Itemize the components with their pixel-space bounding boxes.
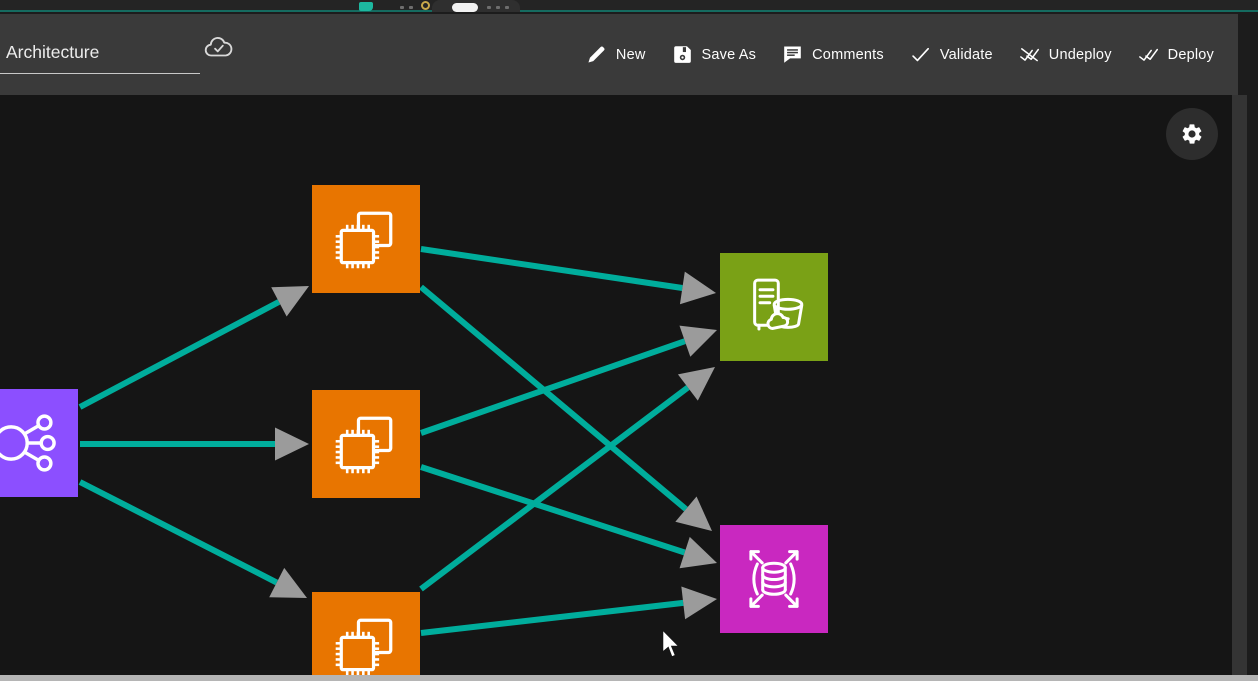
comments-icon [782,44,803,65]
node-storage[interactable] [720,253,828,361]
edge-load-balancer-to-instance-3[interactable] [80,482,277,583]
undeploy-button[interactable]: Undeploy [1019,44,1112,65]
arrowhead-icon [680,537,717,568]
edge-instance-1-to-database[interactable] [421,287,686,509]
comments-button[interactable]: Comments [782,44,884,65]
vertical-scrollbar[interactable] [1232,95,1247,675]
toolbar: New Save As Comments Validate Undeploy Deploy [586,14,1214,95]
ec2-instance-icon [323,196,409,282]
node-instance-2[interactable] [312,390,420,498]
save-as-button[interactable]: Save As [672,44,757,65]
validate-button[interactable]: Validate [910,44,993,65]
settings-button[interactable] [1166,108,1218,160]
check-icon [910,44,931,65]
node-instance-1[interactable] [312,185,420,293]
tab-text-remnant [487,6,491,9]
node-database[interactable] [720,525,828,633]
toolbar-button-label: New [616,47,646,63]
tab-text-remnant [496,6,500,9]
vertical-scrollbar-track [1232,95,1258,675]
ec2-instance-icon [323,401,409,487]
edge-instance-1-to-storage[interactable] [421,249,682,288]
tab-text-remnant [400,6,404,9]
architecture-title-input[interactable] [0,38,200,74]
toolbar-button-label: Undeploy [1049,47,1112,63]
arrowhead-icon [275,428,309,461]
edge-layer [0,95,1232,675]
double-check-icon [1138,44,1159,65]
arrowhead-icon [680,272,716,305]
toolbar-button-label: Validate [940,47,993,63]
tab-favicon-icon [452,3,478,12]
browser-tab[interactable] [432,0,520,12]
save-icon [672,44,693,65]
tab-favicon-icon [359,2,373,11]
arrowhead-icon [679,326,717,357]
double-check-slash-icon [1019,44,1040,65]
arrowhead-icon [678,367,715,401]
title-field-group [0,38,240,74]
toolbar-button-label: Save As [702,47,757,63]
tab-text-remnant [505,6,509,9]
node-instance-3[interactable] [312,592,420,675]
new-button[interactable]: New [586,44,646,65]
browser-tab-strip [0,0,1258,12]
cloud-check-icon [204,36,234,65]
deploy-button[interactable]: Deploy [1138,44,1214,65]
gear-icon [1180,122,1204,146]
storage-bucket-icon [731,264,817,350]
ec2-instance-icon [323,603,409,675]
arrowhead-icon [681,586,717,619]
edge-load-balancer-to-instance-1[interactable] [80,302,279,407]
horizontal-scrollbar[interactable] [0,675,1258,681]
edge-instance-3-to-database[interactable] [421,603,683,633]
load-balancer-icon [0,400,67,486]
toolbar-button-label: Comments [812,47,884,63]
app-window: New Save As Comments Validate Undeploy Deploy [0,0,1258,681]
tab-favicon-icon [421,1,430,10]
database-scale-icon [731,536,817,622]
tab-text-remnant [409,6,413,9]
toolbar-button-label: Deploy [1168,47,1214,63]
diagram-canvas[interactable] [0,95,1232,675]
editor-header: New Save As Comments Validate Undeploy Deploy [0,14,1238,95]
node-load-balancer[interactable] [0,389,78,497]
pencil-icon [586,44,607,65]
edge-instance-2-to-database[interactable] [421,467,685,553]
